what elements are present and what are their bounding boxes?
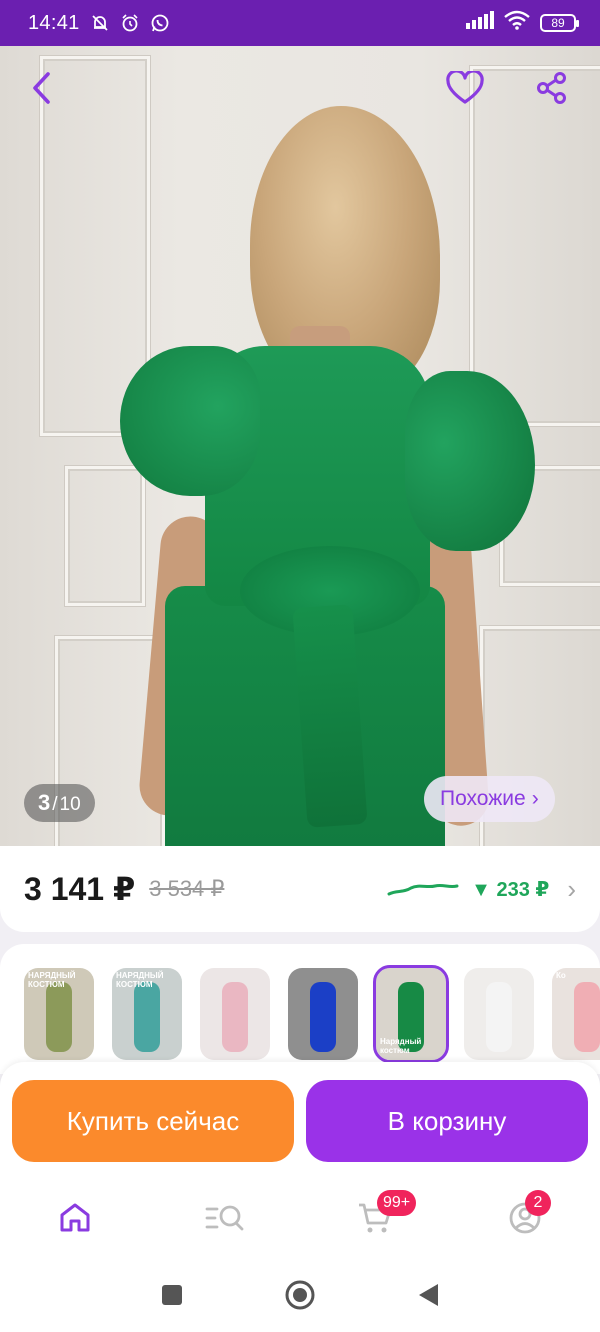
- chevron-left-icon: [28, 70, 56, 111]
- home-circle-icon[interactable]: [284, 1279, 316, 1316]
- thumbnail-4[interactable]: [288, 968, 358, 1060]
- share-icon: [536, 71, 568, 110]
- thumbnail-figure: [486, 982, 512, 1052]
- similar-label: Похожие: [440, 787, 526, 810]
- similar-button[interactable]: Похожие ›: [424, 776, 555, 822]
- home-icon: [58, 1201, 92, 1240]
- heart-icon: [446, 68, 484, 110]
- add-to-cart-button[interactable]: В корзину: [306, 1080, 588, 1162]
- chevron-right-icon: ›: [531, 787, 539, 810]
- bottom-navigation: 99+ 2: [0, 1178, 600, 1262]
- product-image[interactable]: 3 / 10 Похожие ›: [0, 46, 600, 846]
- signal-icon: [466, 11, 494, 35]
- bell-off-icon: [90, 13, 110, 33]
- catalog-search-icon: [205, 1202, 245, 1239]
- image-counter-total: 10: [59, 794, 81, 815]
- nav-profile[interactable]: 2: [495, 1190, 555, 1250]
- battery-icon: 89: [540, 14, 579, 32]
- price-drop: ▼ 233 ₽: [471, 878, 550, 901]
- profile-badge: 2: [525, 1190, 551, 1216]
- share-button[interactable]: [530, 68, 574, 112]
- buy-now-button[interactable]: Купить сейчас: [12, 1080, 294, 1162]
- battery-level: 89: [551, 16, 565, 30]
- wifi-icon: [504, 10, 530, 36]
- thumbnail-7[interactable]: Ко: [552, 968, 600, 1060]
- cart-badge: 99+: [377, 1190, 417, 1216]
- image-counter: 3 / 10: [24, 784, 95, 822]
- nav-home[interactable]: [45, 1190, 105, 1250]
- recents-icon[interactable]: [160, 1283, 184, 1312]
- thumbnail-figure: [222, 982, 248, 1052]
- old-price: 3 534 ₽: [149, 876, 225, 901]
- thumbnail-1[interactable]: НАРЯДНЫЙ КОСТЮМ: [24, 968, 94, 1060]
- nav-cart[interactable]: 99+: [345, 1190, 417, 1250]
- status-time: 14:41: [28, 11, 80, 34]
- whatsapp-icon: [150, 13, 170, 33]
- current-price: 3 141 ₽: [24, 871, 136, 907]
- thumbnail-caption: НАРЯДНЫЙ КОСТЮМ: [28, 971, 76, 989]
- price-trend-icon: [387, 876, 459, 903]
- thumbnail-caption: Нарядный костюм: [380, 1037, 422, 1055]
- price-history[interactable]: ▼ 233 ₽ ›: [387, 874, 576, 905]
- favorite-button[interactable]: [443, 68, 487, 112]
- system-navigation: [0, 1262, 600, 1332]
- nav-catalog[interactable]: [195, 1190, 255, 1250]
- thumbnail-figure: [574, 982, 600, 1052]
- thumbnail-strip: НАРЯДНЫЙ КОСТЮМ НАРЯДНЫЙ КОСТЮМ Нарядный к…: [0, 944, 600, 1074]
- app-screen: 14:41 89 3 / 10 Похожие › 3 141 ₽ 3 534 …: [0, 0, 600, 1332]
- thumbnail-figure: [310, 982, 336, 1052]
- thumbnail-3[interactable]: [200, 968, 270, 1060]
- thumbnail-caption: Ко: [556, 971, 566, 980]
- back-button[interactable]: [20, 68, 64, 112]
- thumbnail-5[interactable]: Нарядный костюм: [373, 965, 449, 1063]
- thumbnail-2[interactable]: НАРЯДНЫЙ КОСТЮМ: [112, 968, 182, 1060]
- alarm-icon: [120, 13, 140, 33]
- status-bar: 14:41 89: [0, 0, 600, 46]
- thumbnail-figure: [46, 982, 72, 1052]
- image-counter-separator: /: [52, 794, 58, 815]
- thumbnail-figure: [134, 982, 160, 1052]
- back-icon[interactable]: [416, 1282, 440, 1313]
- thumbnail-6[interactable]: [464, 968, 534, 1060]
- chevron-right-icon: ›: [567, 873, 576, 904]
- price-block[interactable]: 3 141 ₽ 3 534 ₽ ▼ 233 ₽ ›: [0, 846, 600, 932]
- thumbnail-caption: НАРЯДНЫЙ КОСТЮМ: [116, 971, 164, 989]
- action-bar: Купить сейчас В корзину: [0, 1062, 600, 1178]
- image-counter-current: 3: [38, 790, 51, 815]
